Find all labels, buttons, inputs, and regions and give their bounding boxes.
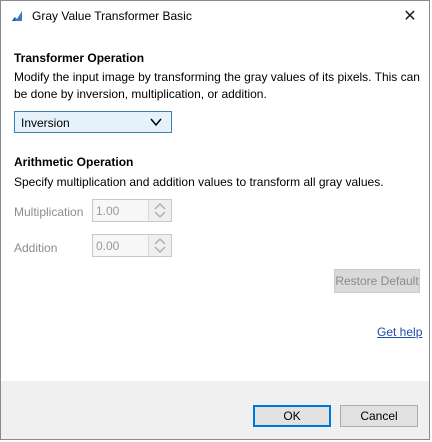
dialog-window: Gray Value Transformer Basic ✕ Transform… — [0, 0, 430, 440]
addition-value: 0.00 — [96, 239, 120, 253]
restore-default-button[interactable]: Restore Default — [334, 269, 420, 293]
spin-arrows-icon — [154, 237, 166, 254]
ok-button[interactable]: OK — [253, 405, 331, 427]
multiplication-label: Multiplication — [14, 205, 84, 219]
dialog-footer: OK Cancel — [1, 381, 429, 439]
multiplication-value: 1.00 — [96, 204, 120, 218]
addition-spin-buttons[interactable] — [148, 235, 171, 256]
title-bar: Gray Value Transformer Basic ✕ — [1, 1, 429, 31]
operation-dropdown-value: Inversion — [21, 116, 70, 130]
app-icon — [12, 11, 22, 21]
cancel-button[interactable]: Cancel — [340, 405, 418, 427]
operation-dropdown[interactable]: Inversion — [14, 111, 172, 133]
multiplication-spin-buttons[interactable] — [148, 200, 171, 221]
spin-arrows-icon — [154, 202, 166, 219]
multiplication-stepper[interactable]: 1.00 — [92, 199, 172, 222]
transformer-operation-heading: Transformer Operation — [14, 51, 145, 65]
close-icon[interactable]: ✕ — [397, 4, 423, 28]
transformer-operation-description: Modify the input image by transforming t… — [14, 70, 420, 101]
addition-label: Addition — [14, 241, 58, 255]
addition-stepper[interactable]: 0.00 — [92, 234, 172, 257]
get-help-link[interactable]: Get help — [377, 325, 422, 339]
arithmetic-operation-heading: Arithmetic Operation — [14, 155, 134, 169]
dialog-content: Transformer Operation Modify the input i… — [1, 31, 429, 381]
window-title: Gray Value Transformer Basic — [32, 9, 192, 23]
arithmetic-operation-description: Specify multiplication and addition valu… — [14, 175, 384, 189]
chevron-down-icon — [150, 118, 162, 127]
